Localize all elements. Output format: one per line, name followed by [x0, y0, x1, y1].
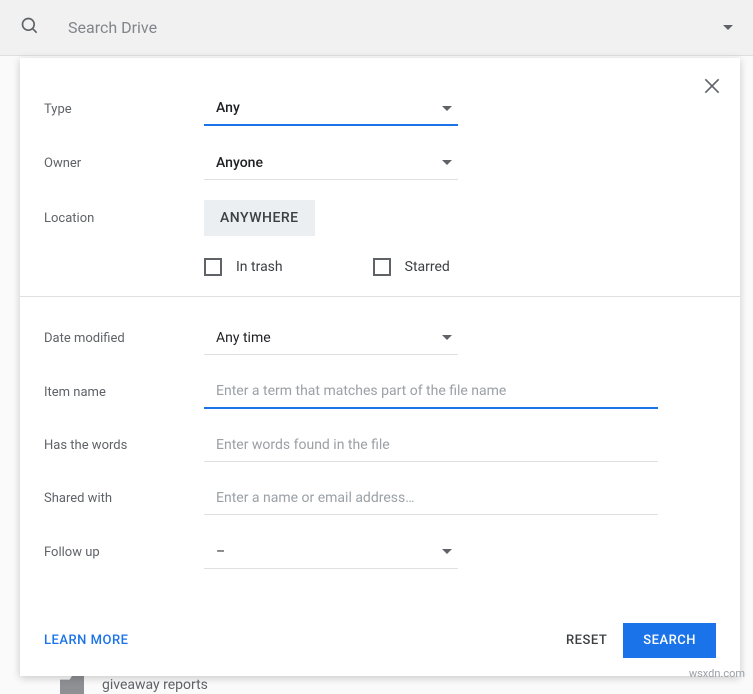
chevron-down-icon — [442, 106, 452, 111]
item-name-input[interactable] — [204, 375, 658, 409]
checkbox-icon — [204, 258, 222, 276]
file-name: giveaway reports — [102, 677, 208, 693]
advanced-search-panel: Type Any Owner Anyone Location ANYWHERE — [20, 58, 740, 676]
panel-footer: LEARN MORE RESET SEARCH — [20, 605, 740, 676]
folder-icon — [60, 676, 84, 694]
reset-button[interactable]: RESET — [550, 633, 623, 648]
learn-more-link[interactable]: LEARN MORE — [44, 633, 128, 648]
owner-value: Anyone — [216, 155, 263, 171]
owner-select[interactable]: Anyone — [204, 146, 458, 180]
follow-up-value: – — [216, 544, 225, 560]
follow-up-select[interactable]: – — [204, 535, 458, 569]
item-name-label: Item name — [44, 385, 204, 400]
search-icon[interactable] — [20, 16, 44, 40]
watermark: wsxdn.com — [689, 667, 745, 680]
date-modified-select[interactable]: Any time — [204, 321, 458, 355]
file-row: giveaway reports — [60, 676, 208, 694]
owner-label: Owner — [44, 156, 204, 171]
in-trash-checkbox[interactable]: In trash — [204, 258, 283, 276]
type-value: Any — [216, 100, 240, 116]
search-input[interactable] — [44, 18, 723, 37]
chevron-down-icon — [442, 160, 452, 165]
location-label: Location — [44, 211, 204, 226]
starred-label: Starred — [405, 259, 450, 275]
type-select[interactable]: Any — [204, 92, 458, 126]
shared-with-input[interactable] — [204, 482, 658, 515]
search-bar — [0, 0, 753, 56]
chevron-down-icon — [442, 549, 452, 554]
date-modified-label: Date modified — [44, 331, 204, 346]
shared-with-label: Shared with — [44, 491, 204, 506]
divider — [20, 296, 740, 297]
location-button[interactable]: ANYWHERE — [204, 200, 315, 236]
chevron-down-icon — [442, 335, 452, 340]
has-words-input[interactable] — [204, 429, 658, 462]
type-label: Type — [44, 102, 204, 117]
close-icon[interactable] — [702, 76, 722, 100]
chevron-down-icon[interactable] — [723, 25, 733, 30]
in-trash-label: In trash — [236, 259, 283, 275]
starred-checkbox[interactable]: Starred — [373, 258, 450, 276]
follow-up-label: Follow up — [44, 545, 204, 560]
has-words-label: Has the words — [44, 438, 204, 453]
date-modified-value: Any time — [216, 330, 271, 346]
checkbox-icon — [373, 258, 391, 276]
search-button[interactable]: SEARCH — [623, 623, 716, 658]
